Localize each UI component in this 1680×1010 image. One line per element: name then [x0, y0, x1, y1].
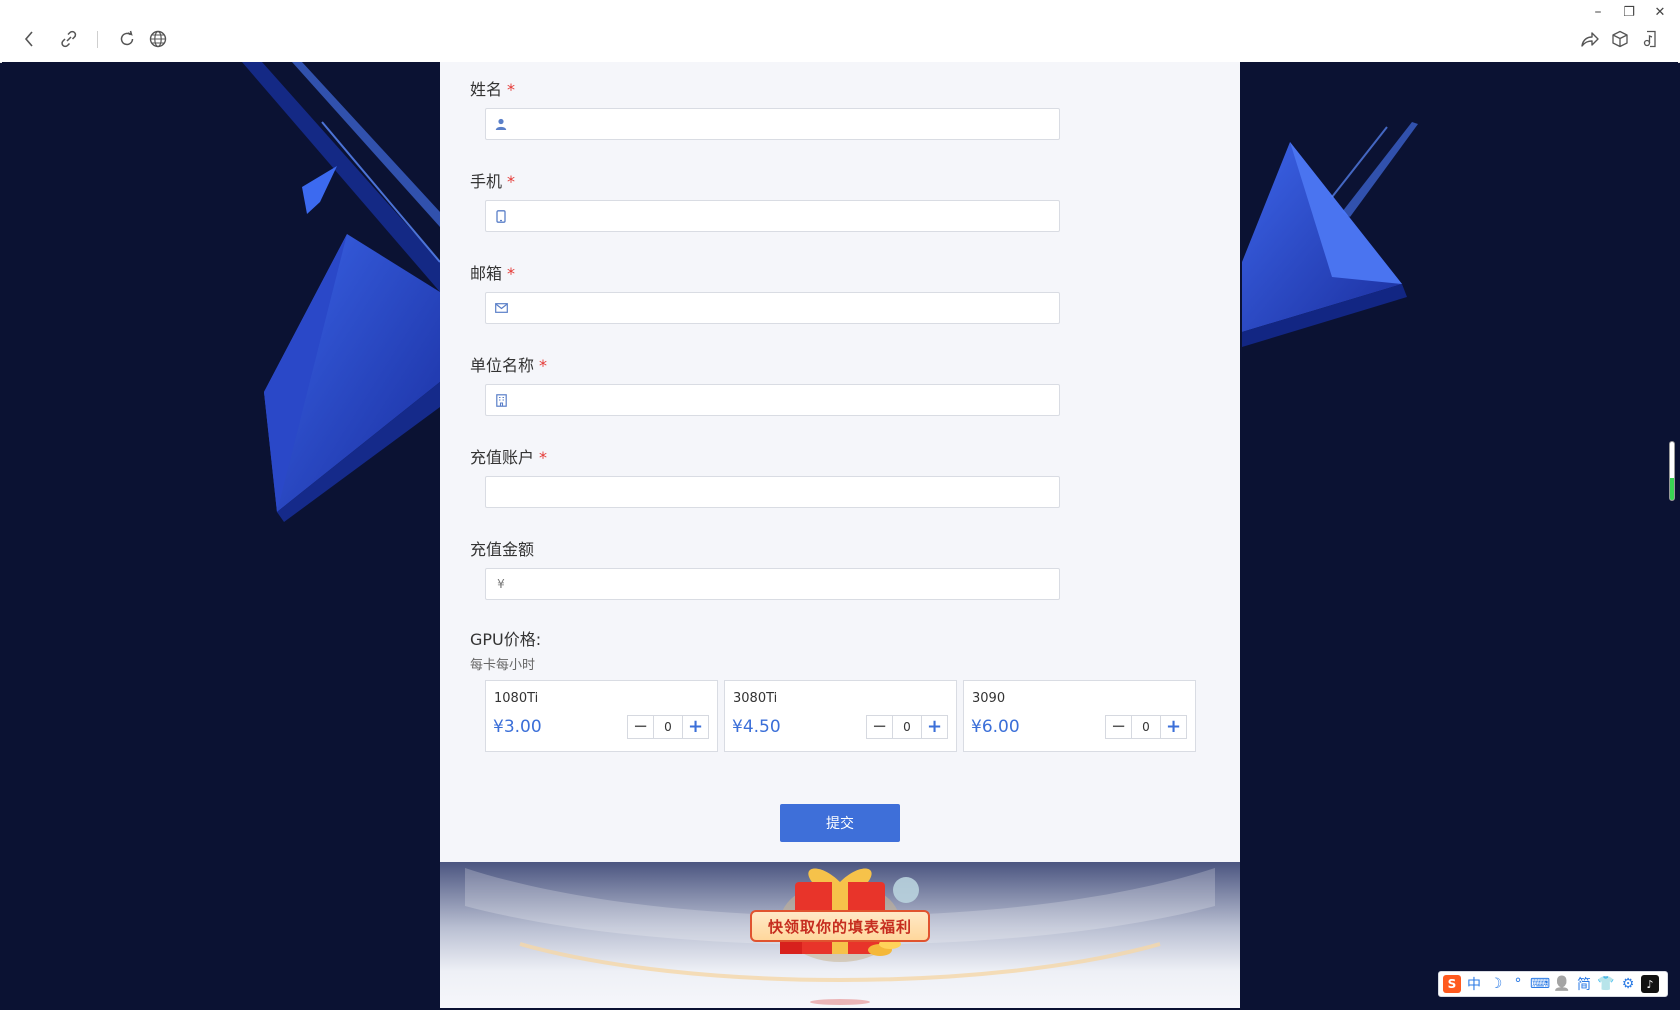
moon-icon[interactable]: ☽ [1487, 975, 1505, 993]
increment-button[interactable]: + [921, 716, 947, 738]
ime-toolbar: S 中 ☽ ° ⌨ 👤 简 👕 ⚙ ♪ [1438, 971, 1668, 997]
required-mark: * [507, 264, 516, 283]
quantity-stepper: − 0 + [627, 715, 709, 739]
back-icon [24, 31, 33, 47]
music-icon [1643, 30, 1656, 48]
registration-form: 姓名 * 手机 * 邮箱 * 单位名称 * 充值账户 * 充值金额 ¥ GPU价… [440, 62, 1240, 862]
gpu-price: ¥4.50 [732, 717, 781, 737]
user-icon [494, 117, 508, 131]
gpu-price: ¥6.00 [971, 717, 1020, 737]
ime-language-toggle[interactable]: 中 [1465, 975, 1483, 993]
company-label-text: 单位名称 [470, 356, 535, 375]
punctuation-icon[interactable]: ° [1509, 975, 1527, 993]
required-mark: * [507, 172, 516, 191]
increment-button[interactable]: + [682, 716, 708, 738]
gpu-name: 3080Ti [733, 691, 778, 706]
gpu-card-3090: 3090 ¥6.00 − 0 + [963, 680, 1196, 752]
simplified-toggle[interactable]: 简 [1575, 975, 1593, 993]
minimize-button[interactable]: – [1588, 2, 1608, 22]
gpu-name: 1080Ti [494, 691, 539, 706]
user-icon[interactable]: 👤 [1553, 975, 1571, 993]
quantity-value[interactable]: 0 [893, 716, 921, 738]
submit-button[interactable]: 提交 [780, 804, 900, 842]
quantity-value[interactable]: 0 [1132, 716, 1160, 738]
gpu-price: ¥3.00 [493, 717, 542, 737]
ime-logo-icon[interactable]: S [1443, 975, 1461, 993]
gpu-name: 3090 [972, 691, 1006, 706]
package-icon [1612, 30, 1628, 48]
promo-banner[interactable]: 快领取你的填表福利 [440, 862, 1240, 1008]
required-mark: * [507, 80, 516, 99]
toolbar-separator [97, 31, 98, 48]
email-label-text: 邮箱 [470, 264, 503, 283]
building-icon [494, 393, 508, 407]
gpu-price-subtitle: 每卡每小时 [470, 658, 536, 673]
increment-button[interactable]: + [1160, 716, 1186, 738]
amount-label: 充值金额 [470, 536, 534, 560]
skin-icon[interactable]: 👕 [1597, 975, 1615, 993]
company-input[interactable] [485, 384, 1060, 416]
account-input[interactable] [485, 476, 1060, 508]
gpu-price-title: GPU价格: [470, 630, 542, 649]
decrement-button[interactable]: − [1106, 716, 1132, 738]
gear-icon[interactable]: ⚙ [1619, 975, 1637, 993]
globe-button[interactable] [147, 28, 169, 50]
share-button[interactable] [1579, 28, 1601, 50]
mail-icon [494, 301, 508, 315]
keyboard-icon[interactable]: ⌨ [1530, 975, 1550, 993]
banner-text: 快领取你的填表福利 [750, 910, 930, 942]
decrement-button[interactable]: − [628, 716, 654, 738]
required-mark: * [539, 356, 548, 375]
phone-label: 手机 * [470, 168, 515, 192]
scroll-indicator[interactable] [1669, 441, 1675, 501]
email-label: 邮箱 * [470, 260, 515, 284]
link-icon [61, 30, 77, 48]
yen-icon: ¥ [497, 577, 505, 591]
name-input[interactable] [485, 108, 1060, 140]
reload-button[interactable] [116, 28, 138, 50]
close-button[interactable]: ✕ [1650, 2, 1670, 22]
email-input[interactable] [485, 292, 1060, 324]
name-label-text: 姓名 [470, 80, 503, 99]
phone-input[interactable] [485, 200, 1060, 232]
restore-button[interactable]: ❐ [1619, 2, 1639, 22]
globe-icon [149, 30, 167, 48]
back-button[interactable] [20, 28, 38, 50]
quantity-stepper: − 0 + [866, 715, 948, 739]
scroll-thumb [1670, 478, 1674, 500]
gpu-card-1080ti: 1080Ti ¥3.00 − 0 + [485, 680, 718, 752]
extension-button[interactable] [1609, 28, 1631, 50]
amount-input[interactable]: ¥ [485, 568, 1060, 600]
account-label: 充值账户 * [470, 444, 547, 468]
gpu-card-3080ti: 3080Ti ¥4.50 − 0 + [724, 680, 957, 752]
required-mark: * [539, 448, 548, 467]
reload-icon [120, 30, 134, 46]
share-icon [1581, 32, 1599, 47]
phone-label-text: 手机 [470, 172, 503, 191]
phone-icon [494, 209, 508, 223]
browser-toolbar: – ❐ ✕ [0, 0, 1680, 63]
decrement-button[interactable]: − [867, 716, 893, 738]
copy-link-button[interactable] [58, 28, 80, 50]
quantity-value[interactable]: 0 [654, 716, 682, 738]
account-label-text: 充值账户 [470, 448, 535, 467]
company-label: 单位名称 * [470, 352, 547, 376]
media-button[interactable] [1639, 28, 1661, 50]
tiktok-icon[interactable]: ♪ [1641, 975, 1659, 993]
amount-label-text: 充值金额 [470, 540, 535, 559]
quantity-stepper: − 0 + [1105, 715, 1187, 739]
name-label: 姓名 * [470, 76, 515, 100]
